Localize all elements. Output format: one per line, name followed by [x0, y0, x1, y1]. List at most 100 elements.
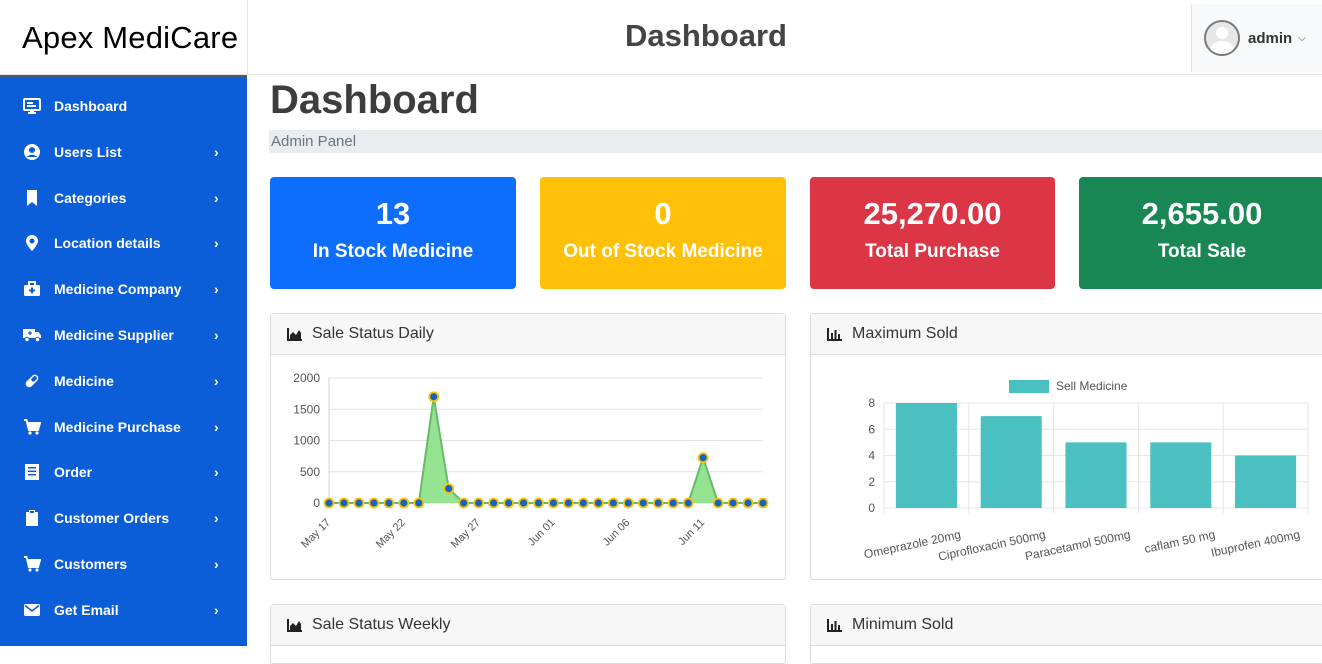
- sidebar-item-users-list[interactable]: Users List ›: [0, 132, 247, 172]
- panel-header: Minimum Sold: [811, 605, 1322, 646]
- receipt-icon: [22, 462, 42, 482]
- maximum-sold-chart: Sell Medicine02468Omeprazole 20mgCiprofl…: [863, 379, 1309, 564]
- data-point: [742, 497, 754, 509]
- user-circle-icon: [22, 142, 42, 162]
- sidebar: Dashboard Users List › Categories › Loca…: [0, 75, 247, 646]
- y-tick-label: 2000: [293, 371, 320, 385]
- sidebar-item-medicine-company[interactable]: Medicine Company ›: [0, 269, 247, 309]
- area-chart-icon: [287, 327, 303, 341]
- data-point: [338, 497, 350, 509]
- card-value: 0: [654, 196, 672, 231]
- chevron-right-icon: ›: [214, 235, 219, 251]
- x-tick-label: Jun 01: [526, 517, 558, 549]
- pill-icon: [22, 371, 42, 391]
- card-label: Total Purchase: [865, 241, 1000, 262]
- sidebar-item-label: Medicine Company: [54, 281, 182, 297]
- sale-status-daily-panel: Sale Status Daily 0 500 1000 1500 2000 May 17…: [270, 313, 786, 580]
- monitor-icon: [22, 96, 42, 116]
- card-label: In Stock Medicine: [312, 241, 474, 262]
- y-tick-label: 0: [868, 501, 875, 515]
- sidebar-item-label: Medicine Purchase: [54, 419, 181, 435]
- data-point: [697, 452, 709, 464]
- panel-title: Maximum Sold: [852, 325, 958, 342]
- sidebar-item-medicine-purchase[interactable]: Medicine Purchase ›: [0, 407, 247, 447]
- sidebar-item-order[interactable]: Order ›: [0, 452, 247, 492]
- sidebar-item-medicine-supplier[interactable]: Medicine Supplier ›: [0, 315, 247, 355]
- panel-header: Maximum Sold: [811, 314, 1322, 355]
- legend-label: Sell Medicine: [1056, 379, 1128, 393]
- data-point: [488, 497, 500, 509]
- sidebar-item-customers[interactable]: Customers ›: [0, 544, 247, 584]
- card-value: 25,270.00: [863, 196, 1002, 231]
- sidebar-item-label: Categories: [54, 190, 127, 206]
- sidebar-item-label: Location details: [54, 235, 161, 251]
- data-point: [652, 497, 664, 509]
- chevron-right-icon: ›: [214, 144, 219, 160]
- bar: [1150, 442, 1212, 508]
- card-value: 13: [375, 196, 411, 231]
- sale-status-daily-chart: 0 500 1000 1500 2000 May 17 May 22 May 27 Jun 01…: [293, 371, 769, 551]
- y-tick-label: 6: [868, 422, 875, 436]
- sidebar-item-location-details[interactable]: Location details ›: [0, 223, 247, 263]
- user-menu[interactable]: admin ⌵: [1191, 4, 1322, 72]
- data-point: [607, 497, 619, 509]
- sidebar-item-label: Medicine Supplier: [54, 327, 174, 343]
- x-tick-label: Ibuprofen 400mg: [1210, 527, 1302, 560]
- sidebar-item-customer-orders[interactable]: Customer Orders ›: [0, 498, 247, 538]
- total-purchase-card[interactable]: 25,270.00 Total Purchase: [810, 177, 1055, 289]
- bar-chart-icon: [827, 327, 843, 341]
- total-sale-card[interactable]: 2,655.00 Total Sale: [1079, 177, 1322, 289]
- sidebar-item-dashboard[interactable]: Dashboard: [0, 86, 247, 126]
- panel-header: Sale Status Weekly: [271, 605, 785, 646]
- y-tick-label: 0: [313, 496, 320, 510]
- user-name: admin: [1248, 29, 1293, 47]
- data-point: [682, 497, 694, 509]
- bar-chart-icon: [827, 618, 843, 632]
- data-point: [712, 497, 724, 509]
- data-point: [578, 497, 589, 509]
- data-point: [518, 497, 529, 509]
- data-point: [458, 497, 470, 509]
- out-of-stock-card[interactable]: 0 Out of Stock Medicine: [540, 177, 786, 289]
- data-point: [398, 497, 410, 509]
- sidebar-item-categories[interactable]: Categories ›: [0, 178, 247, 218]
- data-point: [368, 497, 380, 509]
- chevron-right-icon: ›: [214, 602, 219, 618]
- bar: [895, 403, 957, 508]
- sidebar-item-medicine[interactable]: Medicine ›: [0, 361, 247, 401]
- bar: [980, 416, 1042, 508]
- data-point: [383, 497, 395, 509]
- chevron-right-icon: ›: [214, 510, 219, 526]
- x-tick-label: May 17: [299, 517, 333, 551]
- data-point: [548, 497, 559, 509]
- bar: [1235, 455, 1297, 508]
- y-tick-label: 2: [868, 475, 875, 489]
- brand-logo[interactable]: Apex MediCare: [22, 10, 244, 66]
- data-point: [622, 497, 634, 509]
- card-label: Out of Stock Medicine: [563, 241, 763, 262]
- avatar-icon: [1204, 20, 1240, 56]
- x-tick-label: May 27: [449, 517, 483, 551]
- bookmark-icon: [22, 188, 42, 208]
- data-point: [727, 497, 739, 509]
- sidebar-item-label: Customer Orders: [54, 510, 170, 526]
- top-header: Apex MediCare Dashboard admin ⌵: [0, 0, 1322, 75]
- card-label: Total Sale: [1157, 241, 1247, 262]
- in-stock-card[interactable]: 13 In Stock Medicine: [270, 177, 516, 289]
- area-fill: [329, 396, 763, 503]
- data-point: [473, 497, 485, 509]
- chevron-right-icon: ›: [214, 281, 219, 297]
- sidebar-item-label: Medicine: [54, 373, 114, 389]
- panel-title: Sale Status Daily: [312, 325, 434, 342]
- data-point: [503, 497, 514, 509]
- area-chart-icon: [287, 618, 303, 632]
- x-tick-label: Jun 06: [601, 517, 633, 549]
- page-title: Dashboard: [270, 78, 479, 122]
- brand-name: Apex MediCare: [22, 20, 239, 55]
- data-point: [533, 497, 544, 509]
- sidebar-item-label: Dashboard: [54, 98, 128, 114]
- chevron-right-icon: ›: [214, 556, 219, 572]
- data-point: [563, 497, 574, 509]
- header-divider: [247, 0, 248, 75]
- sidebar-item-get-email[interactable]: Get Email ›: [0, 590, 247, 630]
